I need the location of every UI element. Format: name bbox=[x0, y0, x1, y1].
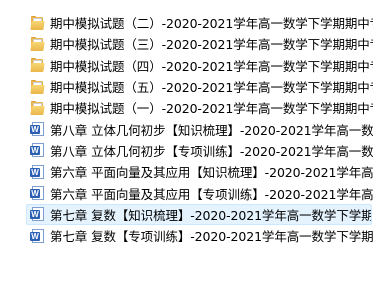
file-row-doc[interactable]: W 第八章 立体几何初步【专项训练】-2020-2021学年高一数学下 bbox=[0, 140, 374, 161]
word-doc-icon: W bbox=[30, 143, 44, 158]
file-name: 第六章 平面向量及其应用【知识梳理】-2020-2021学年高一数 bbox=[50, 165, 374, 181]
file-row-doc[interactable]: W 第六章 平面向量及其应用【专项训练】-2020-2021学年高一数 bbox=[0, 182, 374, 203]
file-name: 期中模拟试题（五）-2020-2021学年高一数学下学期期中专项 bbox=[50, 80, 374, 96]
file-name: 期中模拟试题（四）-2020-2021学年高一数学下学期期中专项 bbox=[50, 58, 374, 74]
word-doc-icon: W bbox=[30, 186, 44, 201]
file-row-folder[interactable]: 期中模拟试题（二）-2020-2021学年高一数学下学期期中专项 bbox=[0, 12, 374, 33]
folder-icon bbox=[30, 100, 45, 115]
file-row-doc[interactable]: W 第八章 立体几何初步【知识梳理】-2020-2021学年高一数学下 bbox=[0, 118, 374, 139]
file-name: 第八章 立体几何初步【专项训练】-2020-2021学年高一数学下 bbox=[50, 143, 374, 159]
file-row-doc[interactable]: W 第七章 复数【专项训练】-2020-2021学年高一数学下学期期中 bbox=[0, 225, 374, 246]
file-row-doc[interactable]: W 第六章 平面向量及其应用【知识梳理】-2020-2021学年高一数 bbox=[0, 161, 374, 182]
file-row-folder[interactable]: 期中模拟试题（四）-2020-2021学年高一数学下学期期中专项 bbox=[0, 55, 374, 76]
file-name: 第八章 立体几何初步【知识梳理】-2020-2021学年高一数学下 bbox=[50, 122, 374, 138]
word-doc-icon: W bbox=[30, 164, 44, 179]
file-name: 期中模拟试题（一）-2020-2021学年高一数学下学期期中专项 bbox=[50, 101, 374, 117]
word-doc-icon: W bbox=[30, 122, 44, 137]
word-doc-icon: W bbox=[30, 228, 44, 243]
file-row-doc-hovered[interactable]: W 第七章 复数【知识梳理】-2020-2021学年高一数学下学期期中 bbox=[26, 203, 372, 225]
folder-icon bbox=[30, 15, 45, 30]
file-list: 期中模拟试题（二）-2020-2021学年高一数学下学期期中专项 期中模拟试题（… bbox=[0, 12, 374, 246]
folder-icon bbox=[30, 58, 45, 73]
file-name: 期中模拟试题（三）-2020-2021学年高一数学下学期期中专项 bbox=[50, 37, 374, 53]
file-name: 第七章 复数【专项训练】-2020-2021学年高一数学下学期期中 bbox=[50, 229, 374, 245]
file-name: 期中模拟试题（二）-2020-2021学年高一数学下学期期中专项 bbox=[50, 16, 374, 32]
file-name: 第七章 复数【知识梳理】-2020-2021学年高一数学下学期期中 bbox=[50, 207, 372, 223]
file-row-folder[interactable]: 期中模拟试题（五）-2020-2021学年高一数学下学期期中专项 bbox=[0, 76, 374, 97]
file-row-folder[interactable]: 期中模拟试题（一）-2020-2021学年高一数学下学期期中专项 bbox=[0, 97, 374, 118]
folder-icon bbox=[30, 36, 45, 51]
folder-icon bbox=[30, 79, 45, 94]
file-row-folder[interactable]: 期中模拟试题（三）-2020-2021学年高一数学下学期期中专项 bbox=[0, 33, 374, 54]
word-doc-icon: W bbox=[30, 207, 44, 222]
file-name: 第六章 平面向量及其应用【专项训练】-2020-2021学年高一数 bbox=[50, 186, 374, 202]
